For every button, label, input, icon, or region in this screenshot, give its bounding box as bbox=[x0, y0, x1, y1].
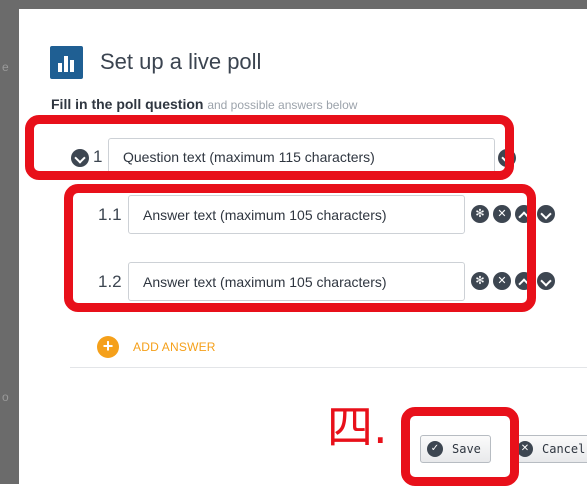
bar-chart-icon bbox=[50, 45, 83, 79]
subtitle-bold: Fill in the poll question bbox=[51, 96, 204, 112]
dialog-subtitle: Fill in the poll question and possible a… bbox=[51, 96, 357, 112]
cancel-button[interactable]: ✕ Cancel bbox=[510, 435, 587, 463]
divider bbox=[70, 367, 587, 368]
annotation-box-save bbox=[401, 407, 519, 486]
dialog-header: Set up a live poll bbox=[50, 45, 261, 79]
background-fragment: e bbox=[2, 60, 9, 74]
close-icon: ✕ bbox=[517, 441, 533, 457]
move-down-icon[interactable] bbox=[537, 205, 555, 223]
subtitle-rest: and possible answers below bbox=[207, 98, 358, 112]
dialog-title: Set up a live poll bbox=[100, 49, 262, 74]
background-fragment: o bbox=[2, 390, 9, 404]
cancel-label: Cancel bbox=[542, 442, 586, 456]
add-answer-label: ADD ANSWER bbox=[133, 340, 216, 354]
plus-icon: + bbox=[97, 336, 119, 358]
annotation-box-answers bbox=[64, 184, 536, 312]
annotation-marker: 四. bbox=[327, 400, 388, 454]
move-down-icon[interactable] bbox=[537, 272, 555, 290]
annotation-box-question bbox=[25, 115, 514, 180]
add-answer-button[interactable]: + ADD ANSWER bbox=[97, 336, 216, 358]
